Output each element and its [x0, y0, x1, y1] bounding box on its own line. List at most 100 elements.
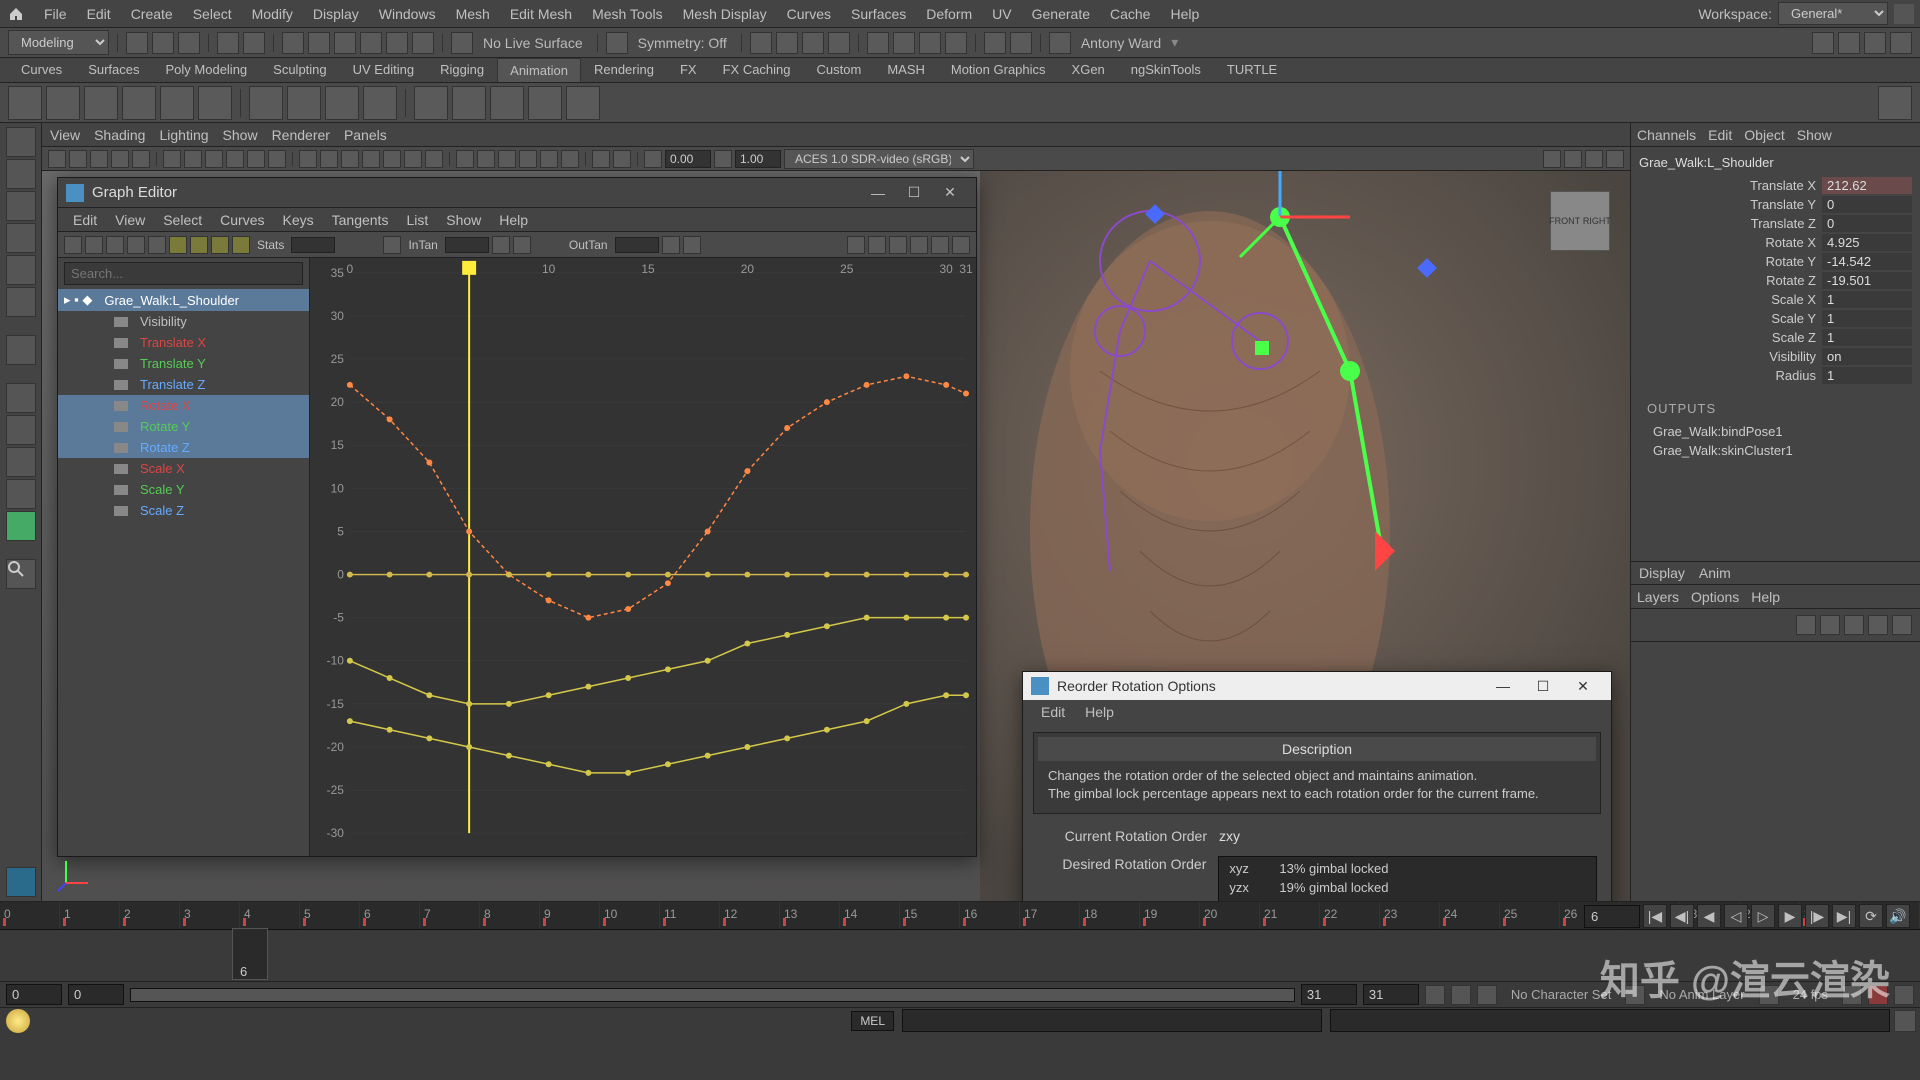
vp-icon[interactable] [1606, 150, 1624, 168]
channel-translate-x[interactable]: Translate X212.62 [1639, 176, 1912, 195]
layer-icon[interactable] [1892, 615, 1912, 635]
frame-tick[interactable]: 24 [1440, 902, 1500, 929]
ge-attr-scale-y[interactable]: Scale Y [58, 479, 309, 500]
layout-two-h-icon[interactable] [6, 447, 36, 477]
frame-tick[interactable]: 12 [720, 902, 780, 929]
menu-deform[interactable]: Deform [916, 6, 982, 22]
range-end-in-input[interactable] [1301, 984, 1357, 1005]
stats-input[interactable] [291, 237, 335, 253]
frame-tick[interactable]: 1 [60, 902, 120, 929]
ge-icon[interactable] [952, 236, 970, 254]
ge-attr-rotate-y[interactable]: Rotate Y [58, 416, 309, 437]
sel-highlight-icon[interactable] [828, 32, 850, 54]
ge-icon[interactable] [847, 236, 865, 254]
vp-menu-shading[interactable]: Shading [94, 127, 145, 143]
ge-icon[interactable] [492, 236, 510, 254]
vp-icon[interactable] [69, 150, 87, 168]
render-settings-icon[interactable] [945, 32, 967, 54]
range-icon[interactable] [1425, 985, 1445, 1005]
lasso-tool-icon[interactable] [6, 159, 36, 189]
channel-radius[interactable]: Radius1 [1639, 366, 1912, 385]
output-item[interactable]: Grae_Walk:bindPose1 [1639, 422, 1912, 441]
minimize-button[interactable]: — [1483, 674, 1523, 698]
layers-tab[interactable]: Layers [1637, 589, 1679, 605]
menu-mesh-tools[interactable]: Mesh Tools [582, 6, 673, 22]
shelf-icon[interactable] [452, 86, 486, 120]
render-icon[interactable] [867, 32, 889, 54]
channel-translate-z[interactable]: Translate Z0 [1639, 214, 1912, 233]
snap-plane-icon[interactable] [360, 32, 382, 54]
ge-menu-show[interactable]: Show [437, 212, 490, 228]
shelf-icon[interactable] [287, 86, 321, 120]
workspace-options-icon[interactable] [1894, 4, 1914, 24]
channel-rotate-x[interactable]: Rotate X4.925 [1639, 233, 1912, 252]
reorder-menu-edit[interactable]: Edit [1031, 704, 1075, 720]
pause-icon[interactable] [1010, 32, 1032, 54]
exposure-input[interactable] [665, 150, 711, 168]
live-surface-icon[interactable] [451, 32, 473, 54]
cb-tab-edit[interactable]: Edit [1708, 127, 1732, 143]
shelf-tab-fx[interactable]: FX [667, 57, 710, 82]
channel-translate-y[interactable]: Translate Y0 [1639, 195, 1912, 214]
ge-attr-rotate-z[interactable]: Rotate Z [58, 437, 309, 458]
step-forward-key-icon[interactable]: |▶ [1805, 904, 1829, 928]
workspace-select[interactable]: General* [1778, 2, 1888, 25]
ge-attr-scale-x[interactable]: Scale X [58, 458, 309, 479]
vp-icon[interactable] [519, 150, 537, 168]
move-tool-icon[interactable] [6, 223, 36, 253]
vp-icon[interactable] [1585, 150, 1603, 168]
help-bulb-icon[interactable] [6, 1009, 30, 1033]
ge-menu-curves[interactable]: Curves [211, 212, 273, 228]
frame-tick[interactable]: 9 [540, 902, 600, 929]
ge-icon[interactable] [683, 236, 701, 254]
shelf-icon[interactable] [84, 86, 118, 120]
vp-icon[interactable] [268, 150, 286, 168]
ge-icon[interactable] [211, 236, 229, 254]
colorspace-select[interactable]: ACES 1.0 SDR-video (sRGB) [784, 149, 974, 169]
frame-tick[interactable]: 19 [1140, 902, 1200, 929]
close-button[interactable]: ✕ [1563, 674, 1603, 698]
channel-visibility[interactable]: Visibilityon [1639, 347, 1912, 366]
ge-attr-scale-z[interactable]: Scale Z [58, 500, 309, 521]
range-icon[interactable] [1477, 985, 1497, 1005]
range-icon[interactable] [1451, 985, 1471, 1005]
shelf-tab-surfaces[interactable]: Surfaces [75, 57, 152, 82]
channel-scale-x[interactable]: Scale X1 [1639, 290, 1912, 309]
channel-rotate-z[interactable]: Rotate Z-19.501 [1639, 271, 1912, 290]
prefs2-icon[interactable] [1894, 985, 1914, 1005]
account-icon[interactable] [1049, 32, 1071, 54]
frame-tick[interactable]: 3 [180, 902, 240, 929]
shelf-icon[interactable] [414, 86, 448, 120]
go-start-icon[interactable]: |◀ [1643, 904, 1667, 928]
og-icon[interactable] [802, 32, 824, 54]
frame-tick[interactable]: 6 [360, 902, 420, 929]
vp-icon[interactable] [48, 150, 66, 168]
output-item[interactable]: Grae_Walk:skinCluster1 [1639, 441, 1912, 460]
frame-tick[interactable]: 4 [240, 902, 300, 929]
frame-tick[interactable]: 18 [1080, 902, 1140, 929]
frame-tick[interactable]: 25 [1500, 902, 1560, 929]
cg-icon[interactable] [750, 32, 772, 54]
shelf-tab-xgen[interactable]: XGen [1059, 57, 1118, 82]
ge-icon[interactable] [106, 236, 124, 254]
ge-menu-list[interactable]: List [397, 212, 437, 228]
select-tool-icon[interactable] [6, 127, 36, 157]
play-forward-icon[interactable]: ▷ [1751, 904, 1775, 928]
graph-search-input[interactable] [64, 262, 303, 285]
menu-surfaces[interactable]: Surfaces [841, 6, 916, 22]
menu-edit[interactable]: Edit [77, 6, 121, 22]
frame-tick[interactable]: 13 [780, 902, 840, 929]
home-icon[interactable] [6, 4, 26, 24]
menu-file[interactable]: File [34, 6, 77, 22]
desired-order-listbox[interactable]: xyz13% gimbal lockedyzx19% gimbal locked… [1218, 856, 1597, 901]
audio-icon[interactable]: 🔊 [1886, 904, 1910, 928]
shelf-icon[interactable] [325, 86, 359, 120]
new-scene-icon[interactable] [126, 32, 148, 54]
layout-four-icon[interactable] [6, 415, 36, 445]
paint-select-icon[interactable] [6, 191, 36, 221]
step-forward-icon[interactable]: ▶ [1778, 904, 1802, 928]
ge-node[interactable]: ▸ ▪ ◆ Grae_Walk:L_Shoulder [58, 289, 309, 311]
snap-point-icon[interactable] [334, 32, 356, 54]
vp-icon[interactable] [111, 150, 129, 168]
minimize-button[interactable]: — [860, 181, 896, 205]
